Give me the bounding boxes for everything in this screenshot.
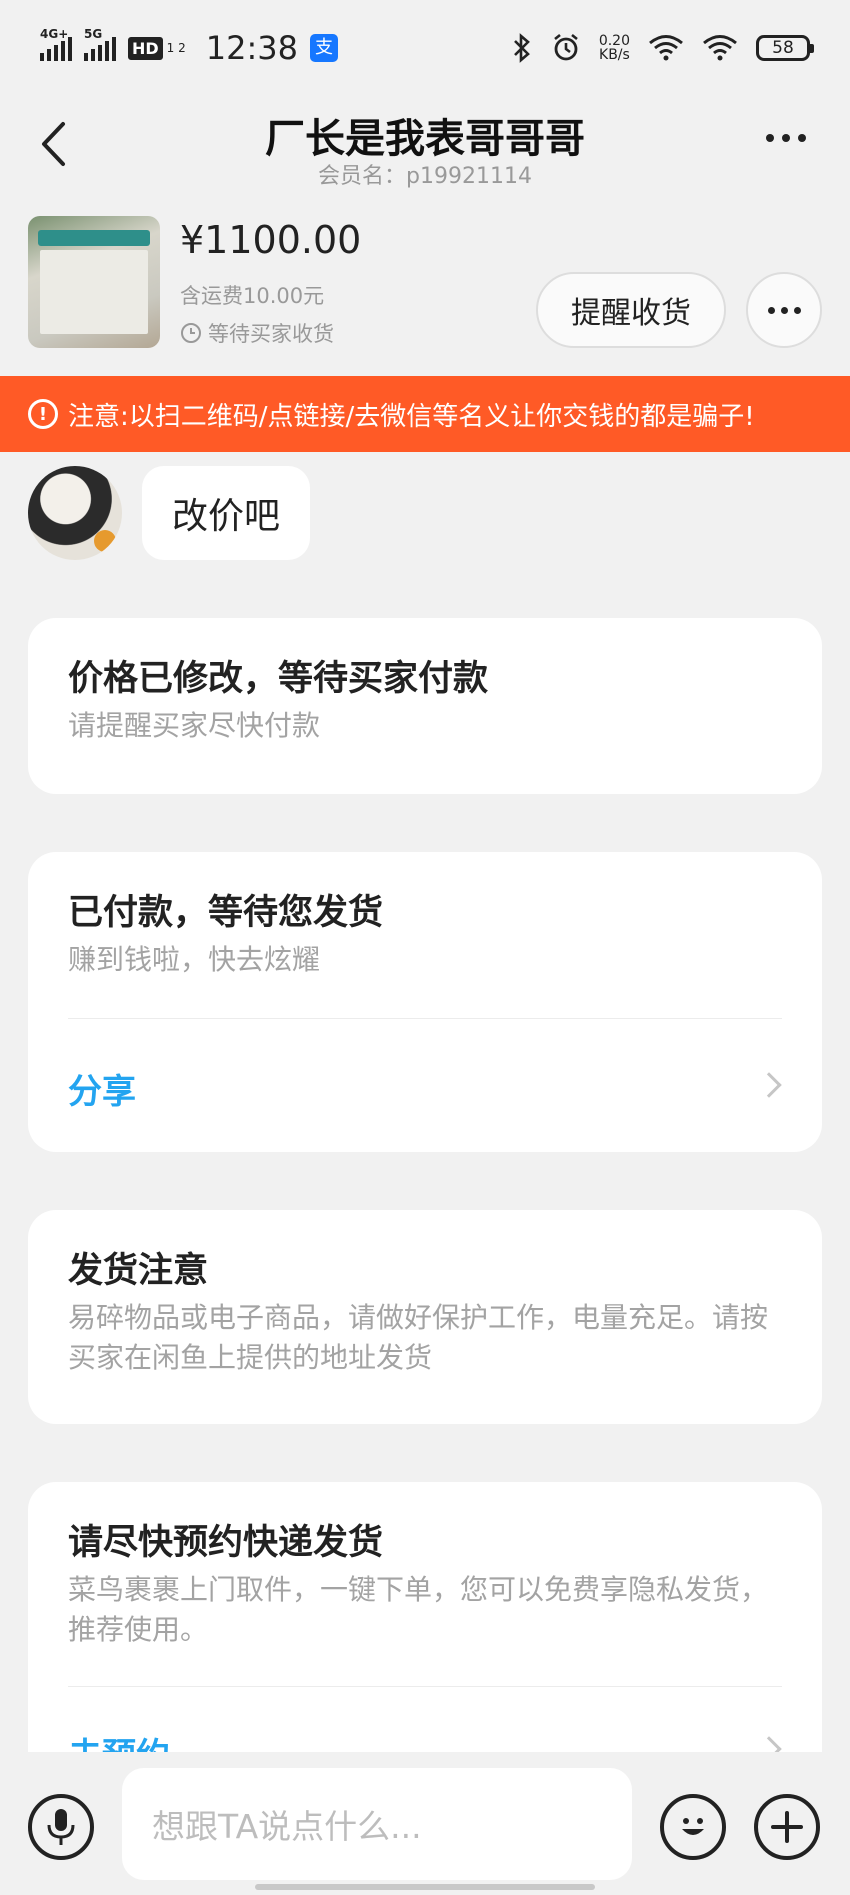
product-thumbnail[interactable]	[28, 216, 160, 348]
alipay-icon: 支	[309, 34, 338, 62]
fraud-warning-banner: ! 注意:以扫二维码/点链接/去微信等名义让你交钱的都是骗子!	[0, 376, 850, 452]
alarm-icon	[554, 33, 578, 61]
dot-icon	[793, 306, 801, 314]
network-type-1: 4G+	[40, 27, 69, 41]
speed-value: 0.20	[598, 33, 630, 49]
voice-button[interactable]	[28, 1794, 94, 1860]
chat-title: 厂长是我表哥哥哥	[265, 116, 585, 162]
status-time: 12:38	[205, 29, 298, 67]
message-bubble[interactable]: 改价吧	[142, 466, 311, 560]
shipping-fee: 含运费10.00元	[180, 284, 325, 308]
avatar[interactable]	[28, 466, 122, 560]
smiley-icon	[682, 1818, 704, 1835]
microphone-icon	[47, 1809, 75, 1845]
clock-icon	[181, 323, 201, 343]
share-link[interactable]: 分享	[68, 1064, 136, 1113]
wifi-icon-2	[703, 35, 737, 61]
order-status: 等待买家收货	[180, 318, 334, 348]
status-bar: 4G+ 5G HD 1 2 12:38 支 0.20 KB/s 58	[0, 0, 850, 96]
product-summary[interactable]: ¥1100.00 含运费10.00元 等待买家收货 提醒收货	[0, 206, 850, 376]
bluetooth-icon	[513, 33, 530, 63]
chat-header: 厂长是我表哥哥哥 会员名：p19921114	[0, 96, 850, 206]
dot-icon	[766, 134, 774, 142]
card-text: 赚到钱啦，快去炫耀	[68, 943, 321, 976]
dot-icon	[782, 134, 790, 142]
shipping-notice-card[interactable]: 发货注意 易碎物品或电子商品，请做好保护工作，电量充足。请按买家在闲鱼上提供的地…	[28, 1210, 822, 1424]
card-text: 易碎物品或电子商品，请做好保护工作，电量充足。请按买家在闲鱼上提供的地址发货	[68, 1301, 769, 1374]
battery-icon: 58	[756, 35, 814, 61]
card-title: 请尽快预约快递发货	[68, 1523, 384, 1563]
home-indicator[interactable]	[255, 1884, 595, 1890]
network-type-2: 5G	[84, 27, 103, 41]
card-text: 菜鸟裹裹上门取件，一键下单，您可以免费享隐私发货，推荐使用。	[68, 1573, 769, 1646]
dot-icon	[798, 134, 806, 142]
message-input[interactable]: 想跟TA说点什么...	[122, 1768, 632, 1880]
dot-icon	[780, 306, 788, 314]
member-name: 会员名：p19921114	[318, 164, 532, 189]
card-divider	[68, 1018, 782, 1019]
card-title: 价格已修改，等待买家付款	[68, 659, 489, 699]
exclamation-icon: !	[28, 399, 58, 429]
network-speed: 0.20 KB/s	[599, 34, 630, 62]
warning-text: 注意:以扫二维码/点链接/去微信等名义让你交钱的都是骗子!	[68, 401, 755, 432]
plus-icon	[771, 1811, 803, 1843]
book-delivery-card[interactable]: 请尽快预约快递发货 菜鸟裹裹上门取件，一键下单，您可以免费享隐私发货，推荐使用。…	[28, 1482, 822, 1752]
more-options-button[interactable]	[758, 122, 814, 154]
status-right: 0.20 KB/s 58	[511, 33, 814, 63]
chat-area[interactable]: 价格已修改，等待买家付款 请提醒买家尽快付款 已付款，等待您发货 赚到钱啦，快去…	[0, 600, 850, 1752]
card-divider	[68, 1686, 782, 1687]
dot-icon	[767, 306, 775, 314]
signal-icon-1: 4G+	[40, 27, 72, 61]
signal-icon-2: 5G	[84, 27, 116, 61]
remind-receipt-button[interactable]: 提醒收货	[536, 272, 726, 348]
chevron-right-icon[interactable]	[756, 1736, 782, 1752]
product-price: ¥1100.00	[180, 218, 362, 262]
hd-icon: HD	[128, 36, 163, 60]
order-status-text: 等待买家收货	[208, 322, 334, 346]
card-title: 发货注意	[68, 1251, 209, 1291]
chevron-right-icon[interactable]	[756, 1072, 782, 1098]
price-changed-card[interactable]: 价格已修改，等待买家付款 请提醒买家尽快付款	[28, 618, 822, 794]
message-row: 改价吧	[0, 466, 850, 566]
speed-unit: KB/s	[599, 47, 630, 63]
book-link[interactable]: 去预约	[68, 1728, 170, 1752]
emoji-button[interactable]	[660, 1794, 726, 1860]
hd-sub-label: 1 2	[166, 41, 186, 55]
wifi-icon	[649, 35, 683, 61]
product-more-button[interactable]	[746, 272, 822, 348]
card-text: 请提醒买家尽快付款	[68, 709, 321, 742]
add-button[interactable]	[754, 1794, 820, 1860]
paid-card[interactable]: 已付款，等待您发货 赚到钱啦，快去炫耀 分享	[28, 852, 822, 1152]
status-left: 4G+ 5G HD 1 2 12:38 支	[40, 27, 338, 67]
card-title: 已付款，等待您发货	[68, 893, 384, 933]
input-bar: 想跟TA说点什么...	[0, 1752, 850, 1895]
